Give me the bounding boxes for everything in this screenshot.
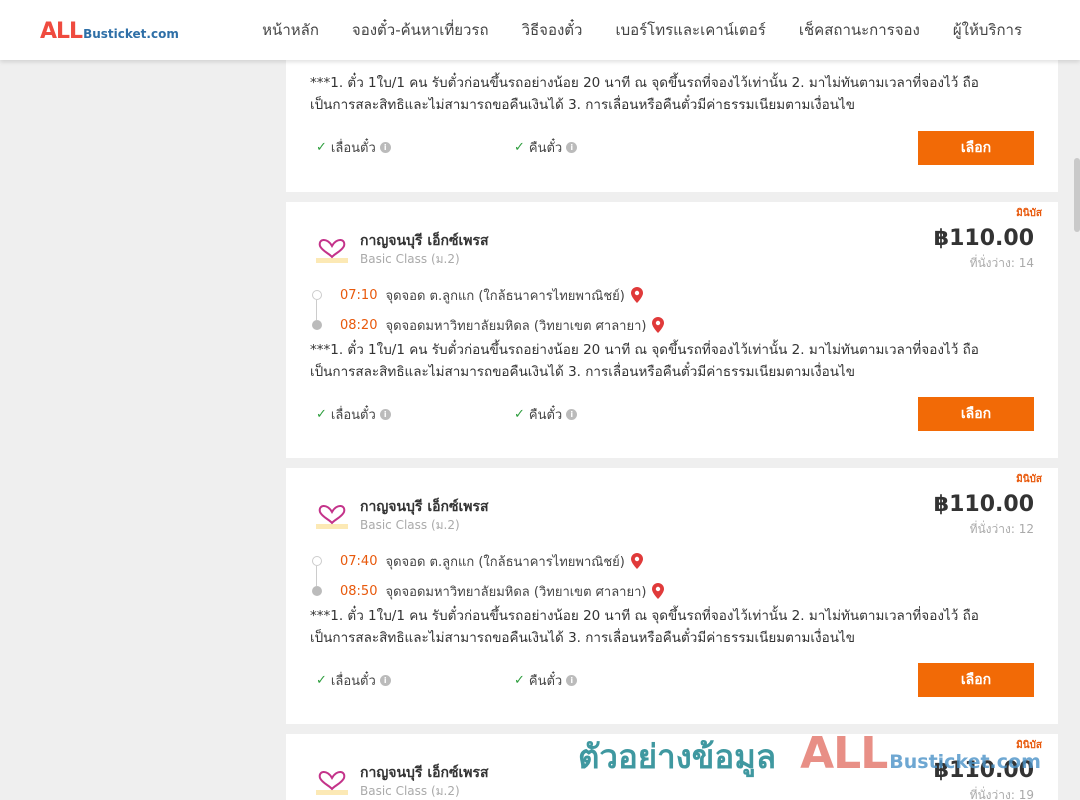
nav-how-to-book[interactable]: วิธีจองตั๋ว [522, 18, 583, 42]
refund-feature: ✓ คืนตั๋ว i [514, 137, 578, 158]
nav-phone-counter[interactable]: เบอร์โทรและเคาน์เตอร์ [615, 18, 765, 42]
main-nav: หน้าหลัก จองตั๋ว-ค้นหาเที่ยวรถ วิธีจองตั… [262, 0, 1022, 60]
check-icon: ✓ [514, 673, 525, 688]
operator-logo-icon [316, 239, 348, 263]
info-icon[interactable]: i [379, 142, 391, 153]
seats-available: ที่นั่งว่าง: 19 [969, 788, 1034, 800]
info-icon[interactable]: i [379, 409, 391, 420]
operator-logo-icon [316, 771, 348, 795]
check-icon: ✓ [316, 140, 327, 155]
nav-check-status[interactable]: เช็คสถานะการจอง [799, 18, 920, 42]
arrival-dot [312, 586, 322, 596]
arrival-dot [312, 320, 322, 330]
info-icon[interactable]: i [379, 675, 391, 686]
departure-place: จุดจอด ต.ลูกแก (ใกล้ธนาคารไทยพาณิชย์) [385, 554, 625, 570]
bus-class: Basic Class (ม.2) [360, 252, 460, 266]
site-header: ALL Busticket.com หน้าหลัก จองตั๋ว-ค้นหา… [0, 0, 1080, 60]
departure-stop: 07:10 จุดจอด ต.ลูกแก (ใกล้ธนาคารไทยพาณิช… [312, 280, 664, 310]
reschedule-feature: ✓ เลื่อนตั๋ว i [316, 670, 391, 691]
watermark: ตัวอย่างข้อมูล ALL Busticket.com [578, 728, 1041, 783]
departure-time: 07:40 [340, 553, 378, 569]
logo-domain-text: Busticket.com [83, 27, 179, 41]
info-icon[interactable]: i [566, 675, 578, 686]
watermark-domain-text: Busticket.com [889, 751, 1041, 773]
nav-book-search[interactable]: จองตั๋ว-ค้นหาเที่ยวรถ [352, 18, 489, 42]
info-icon[interactable]: i [566, 142, 578, 153]
departure-dot [312, 556, 322, 566]
arrival-place: จุดจอดมหาวิทยาลัยมหิดล (วิทยาเขต ศาลายา) [385, 584, 647, 600]
seats-available: ที่นั่งว่าง: 12 [969, 522, 1034, 536]
watermark-sample-text: ตัวอย่างข้อมูล [578, 737, 777, 776]
arrival-place: จุดจอดมหาวิทยาลัยมหิดล (วิทยาเขต ศาลายา) [385, 318, 647, 334]
departure-dot [312, 290, 322, 300]
nav-home[interactable]: หน้าหลัก [262, 18, 319, 42]
check-icon: ✓ [514, 407, 525, 422]
seats-available: ที่นั่งว่าง: 14 [969, 256, 1034, 270]
map-pin-icon[interactable] [630, 553, 643, 569]
arrival-time: 08:20 [340, 317, 378, 333]
trip-notice: ***1. ตั๋ว 1ใบ/1 คน รับตั๋วก่อนขึ้นรถอย่… [310, 342, 979, 380]
departure-stop: 07:40 จุดจอด ต.ลูกแก (ใกล้ธนาคารไทยพาณิช… [312, 546, 664, 576]
bus-class: Basic Class (ม.2) [360, 784, 460, 798]
operator-name: กาญจนบุรี เอ็กซ์เพรส [360, 233, 489, 249]
trip-notice: ***1. ตั๋ว 1ใบ/1 คน รับตั๋วก่อนขึ้นรถอย่… [310, 75, 979, 113]
scrollbar-thumb[interactable] [1074, 158, 1080, 232]
departure-place: จุดจอด ต.ลูกแก (ใกล้ธนาคารไทยพาณิชย์) [385, 288, 625, 304]
reschedule-feature: ✓ เลื่อนตั๋ว i [316, 404, 391, 425]
route: 07:10 จุดจอด ต.ลูกแก (ใกล้ธนาคารไทยพาณิช… [312, 280, 665, 340]
trip-notice: ***1. ตั๋ว 1ใบ/1 คน รับตั๋วก่อนขึ้นรถอย่… [310, 608, 979, 646]
reschedule-feature: ✓ เลื่อนตั๋ว i [316, 137, 391, 158]
operator-name: กาญจนบุรี เอ็กซ์เพรส [360, 765, 489, 781]
map-pin-icon[interactable] [652, 583, 665, 599]
refund-feature: ✓ คืนตั๋ว i [514, 404, 578, 425]
map-pin-icon[interactable] [630, 287, 643, 303]
ticket-price: ฿110.00 [933, 492, 1034, 517]
trip-card: มินิบัส กาญจนบุรี เอ็กซ์เพรส Basic Class… [286, 468, 1058, 724]
vehicle-type-badge: มินิบัส [1016, 474, 1042, 485]
arrival-stop: 08:20 จุดจอดมหาวิทยาลัยมหิดล (วิทยาเขต ศ… [312, 310, 665, 340]
nav-operators[interactable]: ผู้ให้บริการ [953, 18, 1022, 42]
select-button[interactable]: เลือก [918, 397, 1034, 431]
info-icon[interactable]: i [566, 409, 578, 420]
map-pin-icon[interactable] [652, 317, 665, 333]
departure-time: 07:10 [340, 287, 378, 303]
logo-all-text: ALL [40, 19, 83, 44]
ticket-price: ฿110.00 [933, 226, 1034, 251]
check-icon: ✓ [316, 407, 327, 422]
bus-class: Basic Class (ม.2) [360, 518, 460, 532]
select-button[interactable]: เลือก [918, 131, 1034, 165]
route: 07:40 จุดจอด ต.ลูกแก (ใกล้ธนาคารไทยพาณิช… [312, 546, 665, 606]
arrival-stop: 08:50 จุดจอดมหาวิทยาลัยมหิดล (วิทยาเขต ศ… [312, 576, 665, 606]
check-icon: ✓ [316, 673, 327, 688]
watermark-all-text: ALL [800, 728, 888, 779]
refund-feature: ✓ คืนตั๋ว i [514, 670, 578, 691]
site-logo[interactable]: ALL Busticket.com [40, 19, 179, 44]
vehicle-type-badge: มินิบัส [1016, 208, 1042, 219]
operator-logo-icon [316, 505, 348, 529]
operator-name: กาญจนบุรี เอ็กซ์เพรส [360, 499, 489, 515]
select-button[interactable]: เลือก [918, 663, 1034, 697]
arrival-time: 08:50 [340, 583, 378, 599]
trip-card: มินิบัส กาญจนบุรี เอ็กซ์เพรส Basic Class… [286, 202, 1058, 458]
check-icon: ✓ [514, 140, 525, 155]
